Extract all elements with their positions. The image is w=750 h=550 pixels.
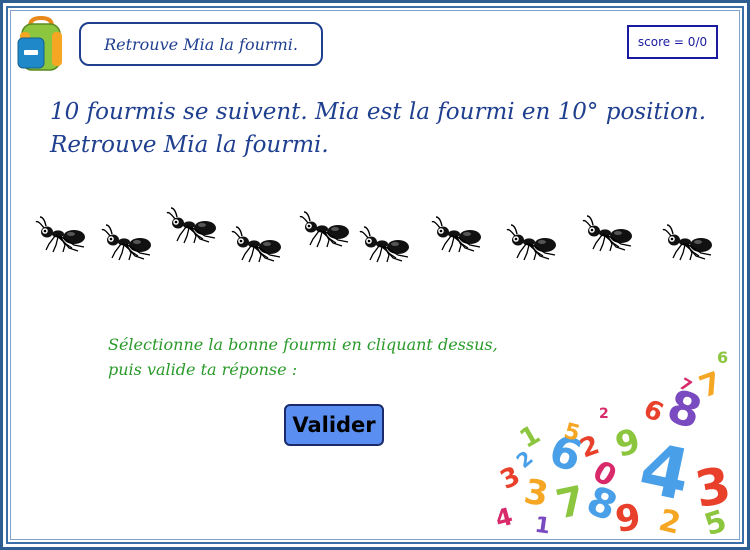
valider-button[interactable]: Valider — [284, 404, 384, 446]
ant-9[interactable] — [581, 213, 639, 253]
ant-8[interactable] — [505, 222, 563, 262]
question-line-2: Retrouve Mia la fourmi. — [50, 132, 329, 158]
question-line-1: 10 fourmis se suivent. Mia est la fourmi… — [50, 99, 707, 125]
score-display: score = 0/0 — [627, 25, 718, 59]
backpack-icon[interactable] — [16, 16, 66, 72]
ant-7[interactable] — [430, 214, 488, 254]
ant-1[interactable] — [34, 214, 92, 254]
ant-row — [30, 200, 730, 270]
exercise-title: Retrouve Mia la fourmi. — [79, 22, 323, 66]
svg-text:3: 3 — [521, 472, 551, 516]
instructions: Sélectionne la bonne fourmi en cliquant … — [108, 332, 548, 382]
ant-10[interactable] — [661, 222, 719, 262]
ant-5[interactable] — [298, 209, 356, 249]
svg-text:1: 1 — [533, 513, 552, 535]
ant-2[interactable] — [100, 222, 158, 262]
ant-6[interactable] — [358, 224, 416, 264]
svg-text:2: 2 — [576, 430, 603, 464]
ant-4[interactable] — [230, 224, 288, 264]
numbers-pile-decoration: 4 3 8 7 6 6 7 2 9 6 2 1 5 3 3 4 7 8 9 2 … — [495, 348, 735, 535]
ant-3[interactable] — [165, 205, 223, 245]
svg-text:9: 9 — [611, 421, 644, 466]
svg-text:2: 2 — [599, 406, 609, 422]
instructions-line-2: puis valide ta réponse : — [108, 360, 298, 379]
instructions-line-1: Sélectionne la bonne fourmi en cliquant … — [108, 335, 498, 354]
svg-text:6: 6 — [717, 348, 728, 367]
svg-text:4: 4 — [495, 502, 516, 533]
question-text: 10 fourmis se suivent. Mia est la fourmi… — [50, 96, 720, 162]
